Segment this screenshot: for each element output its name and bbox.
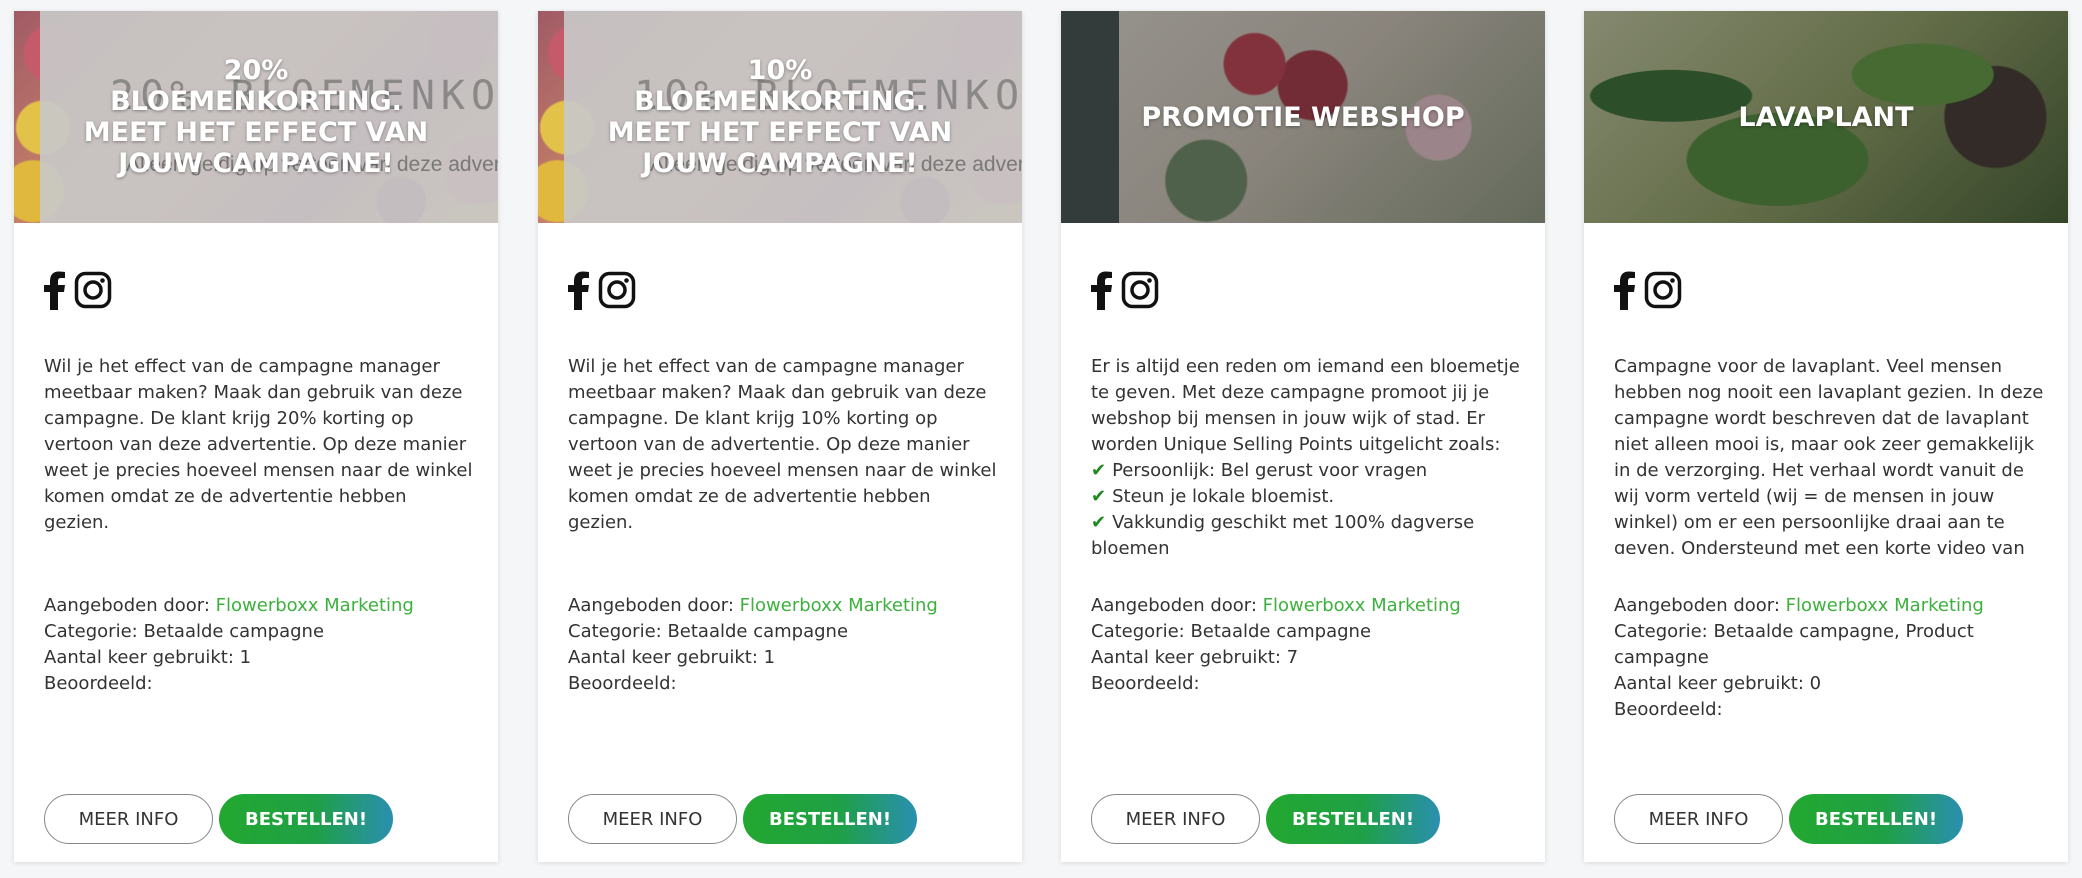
- times-used-label: Aantal keer gebruikt:: [44, 647, 240, 668]
- checkmark-icon: ✔: [1091, 460, 1107, 481]
- more-info-button[interactable]: MEER INFO: [1614, 794, 1783, 844]
- offered-by-link[interactable]: Flowerboxx Marketing: [216, 595, 414, 616]
- instagram-icon: [1644, 271, 1682, 309]
- category-label: Categorie:: [1614, 621, 1714, 642]
- order-button[interactable]: BESTELLEN!: [219, 794, 393, 844]
- card-actions: MEER INFO BESTELLEN!: [568, 794, 917, 844]
- social-platforms: [1091, 270, 1159, 310]
- times-used-value: 7: [1286, 647, 1299, 668]
- category-row: Categorie: Betaalde campagne: [568, 619, 998, 645]
- times-used-row: Aantal keer gebruikt: 1: [44, 645, 474, 671]
- offered-by-row: Aangeboden door: Flowerboxx Marketing: [44, 593, 474, 619]
- times-used-row: Aantal keer gebruikt: 0: [1614, 671, 2044, 697]
- category-row: Categorie: Betaalde campagne: [44, 619, 474, 645]
- category-value: Betaalde campagne: [143, 621, 325, 642]
- card-actions: MEER INFO BESTELLEN!: [1614, 794, 1963, 844]
- card-description: Wil je het effect van de campagne manage…: [44, 356, 473, 533]
- rated-label: Beoordeeld:: [1091, 673, 1200, 694]
- card-description: Wil je het effect van de campagne manage…: [568, 356, 997, 533]
- card-meta: Aangeboden door: Flowerboxx Marketing Ca…: [1614, 593, 2044, 723]
- order-button[interactable]: BESTELLEN!: [1266, 794, 1440, 844]
- offered-by-link[interactable]: Flowerboxx Marketing: [740, 595, 938, 616]
- order-button[interactable]: BESTELLEN!: [743, 794, 917, 844]
- more-info-button[interactable]: MEER INFO: [568, 794, 737, 844]
- order-button[interactable]: BESTELLEN!: [1789, 794, 1963, 844]
- offered-by-label: Aangeboden door:: [568, 595, 740, 616]
- usp-text: Vakkundig geschikt met 100% dagverse blo…: [1091, 512, 1475, 554]
- more-info-button[interactable]: MEER INFO: [1091, 794, 1260, 844]
- category-label: Categorie:: [44, 621, 144, 642]
- more-info-button[interactable]: MEER INFO: [44, 794, 213, 844]
- times-used-label: Aantal keer gebruikt:: [1614, 673, 1810, 694]
- times-used-value: 1: [239, 647, 252, 668]
- description-text: Er is altijd een reden om iemand een blo…: [1091, 356, 1520, 455]
- card-hero-image: LAVAPLANT: [1584, 11, 2068, 223]
- card-meta: Aangeboden door: Flowerboxx Marketing Ca…: [1091, 593, 1521, 697]
- instagram-icon: [598, 271, 636, 309]
- facebook-icon: [568, 271, 589, 310]
- card-description: Campagne voor de lavaplant. Veel mensen …: [1614, 356, 2044, 554]
- card-description: Er is altijd een reden om iemand een blo…: [1091, 354, 1521, 554]
- usp-item: ✔ Persoonlijk: Bel gerust voor vragen: [1091, 458, 1521, 484]
- card-title: 10% BLOEMENKORTING. MEET HET EFFECT VAN …: [607, 55, 953, 179]
- usp-text: Persoonlijk: Bel gerust voor vragen: [1112, 460, 1428, 481]
- card-title: 20% BLOEMENKORTING. MEET HET EFFECT VAN …: [83, 55, 429, 179]
- checkmark-icon: ✔: [1091, 512, 1107, 533]
- category-row: Categorie: Betaalde campagne, Product ca…: [1614, 619, 2044, 671]
- offered-by-label: Aangeboden door:: [1614, 595, 1786, 616]
- facebook-icon: [44, 271, 65, 310]
- rated-label: Beoordeeld:: [568, 673, 677, 694]
- rated-label: Beoordeeld:: [44, 673, 153, 694]
- campaign-card: 20% BLOEMENKORTING Alléén geldig op vert…: [14, 11, 498, 862]
- offered-by-label: Aangeboden door:: [44, 595, 216, 616]
- card-hero-image: PROMOTIE WEBSHOP: [1061, 11, 1545, 223]
- offered-by-row: Aangeboden door: Flowerboxx Marketing: [568, 593, 998, 619]
- offered-by-link[interactable]: Flowerboxx Marketing: [1263, 595, 1461, 616]
- instagram-icon: [1121, 271, 1159, 309]
- card-title: LAVAPLANT: [1738, 101, 1914, 133]
- offered-by-link[interactable]: Flowerboxx Marketing: [1786, 595, 1984, 616]
- social-platforms: [1614, 270, 1682, 310]
- times-used-label: Aantal keer gebruikt:: [1091, 647, 1287, 668]
- rated-label: Beoordeeld:: [1614, 699, 1723, 720]
- times-used-value: 0: [1809, 673, 1822, 694]
- offered-by-row: Aangeboden door: Flowerboxx Marketing: [1091, 593, 1521, 619]
- card-hero-image: 20% BLOEMENKORTING Alléén geldig op vert…: [14, 11, 498, 223]
- category-value: Betaalde campagne: [667, 621, 849, 642]
- social-platforms: [568, 270, 636, 310]
- usp-item: ✔ Vakkundig geschikt met 100% dagverse bl…: [1091, 510, 1521, 554]
- social-platforms: [44, 270, 112, 310]
- category-label: Categorie:: [1091, 621, 1191, 642]
- checkmark-icon: ✔: [1091, 486, 1107, 507]
- card-meta: Aangeboden door: Flowerboxx Marketing Ca…: [568, 593, 998, 697]
- times-used-value: 1: [763, 647, 776, 668]
- usp-text: Steun je lokale bloemist.: [1112, 486, 1335, 507]
- category-row: Categorie: Betaalde campagne: [1091, 619, 1521, 645]
- card-hero-image: 10% BLOEMENKORTING Alléén geldig op vert…: [538, 11, 1022, 223]
- times-used-row: Aantal keer gebruikt: 7: [1091, 645, 1521, 671]
- campaign-card: PROMOTIE WEBSHOP Er is altijd een reden …: [1061, 11, 1545, 862]
- campaign-card: LAVAPLANT Campagne voor de lavaplant. Ve…: [1584, 11, 2068, 862]
- offered-by-row: Aangeboden door: Flowerboxx Marketing: [1614, 593, 2044, 619]
- campaign-card: 10% BLOEMENKORTING Alléén geldig op vert…: [538, 11, 1022, 862]
- usp-item: ✔ Steun je lokale bloemist.: [1091, 484, 1521, 510]
- times-used-row: Aantal keer gebruikt: 1: [568, 645, 998, 671]
- times-used-label: Aantal keer gebruikt:: [568, 647, 764, 668]
- facebook-icon: [1091, 271, 1112, 310]
- card-title: PROMOTIE WEBSHOP: [1141, 101, 1465, 133]
- card-actions: MEER INFO BESTELLEN!: [44, 794, 393, 844]
- offered-by-label: Aangeboden door:: [1091, 595, 1263, 616]
- instagram-icon: [74, 271, 112, 309]
- card-meta: Aangeboden door: Flowerboxx Marketing Ca…: [44, 593, 474, 697]
- facebook-icon: [1614, 271, 1635, 310]
- category-value: Betaalde campagne: [1190, 621, 1372, 642]
- category-label: Categorie:: [568, 621, 668, 642]
- card-actions: MEER INFO BESTELLEN!: [1091, 794, 1440, 844]
